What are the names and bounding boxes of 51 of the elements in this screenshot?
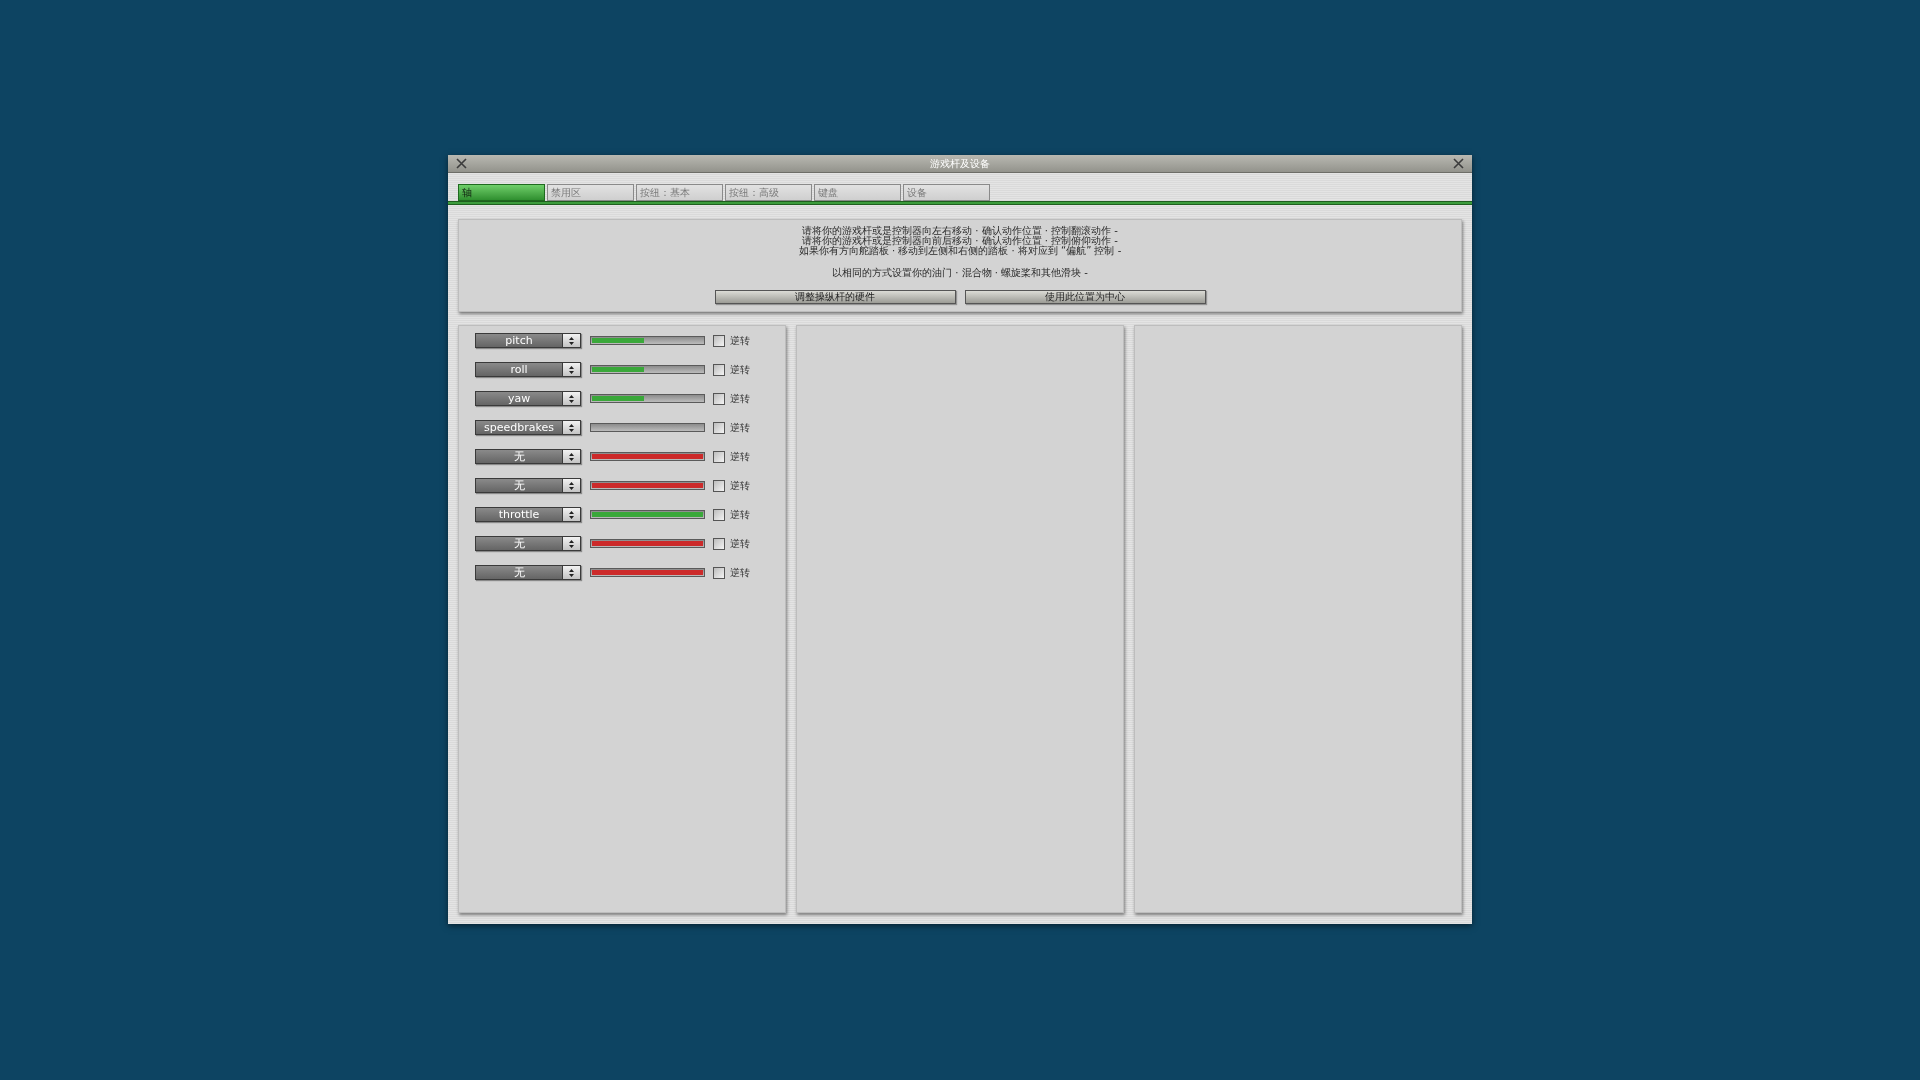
axis-dropdown[interactable]: 无	[475, 478, 581, 493]
tab[interactable]: 键盘	[814, 184, 901, 201]
tab[interactable]: 按纽：高级	[725, 184, 812, 201]
updown-arrows-icon	[569, 423, 574, 432]
updown-arrows-icon	[569, 336, 574, 345]
reverse-label: 逆转	[730, 479, 750, 492]
reverse-checkbox[interactable]	[713, 392, 725, 405]
axis-dropdown[interactable]: 无	[475, 449, 581, 464]
close-icon[interactable]	[1453, 158, 1464, 169]
reverse-checkbox[interactable]	[713, 508, 725, 521]
updown-arrows-icon	[569, 481, 574, 490]
reverse-label: 逆转	[730, 363, 750, 376]
axis-dropdown[interactable]: 无	[475, 536, 581, 551]
axis-dropdown[interactable]: pitch	[475, 333, 581, 348]
reverse-label: 逆转	[730, 392, 750, 405]
updown-arrows-icon	[569, 539, 574, 548]
reverse-checkbox[interactable]	[713, 363, 725, 376]
updown-arrows-icon	[569, 510, 574, 519]
tab[interactable]: 轴	[458, 184, 545, 201]
reverse-checkbox[interactable]	[713, 479, 725, 492]
instruction-text: 请将你的游戏杆或是控制器向左右移动 · 确认动作位置 · 控制翻滚动作 -	[802, 226, 1118, 236]
reverse-checkbox[interactable]	[713, 450, 725, 463]
updown-arrows-icon	[569, 365, 574, 374]
reverse-checkbox[interactable]	[713, 421, 725, 434]
updown-arrows-icon	[569, 394, 574, 403]
reverse-checkbox[interactable]	[713, 334, 725, 347]
reverse-checkbox[interactable]	[713, 566, 725, 579]
updown-arrows-icon	[569, 568, 574, 577]
tab[interactable]: 按纽：基本	[636, 184, 723, 201]
axis-dropdown[interactable]: speedbrakes	[475, 420, 581, 435]
close-icon[interactable]	[456, 158, 467, 169]
instruction-text: 如果你有方向舵踏板 · 移动到左侧和右侧的踏板 · 将对应到 “偏航” 控制 -	[798, 246, 1122, 256]
axis-dropdown[interactable]: throttle	[475, 507, 581, 522]
tab[interactable]: 禁用区	[547, 184, 634, 201]
updown-arrows-icon	[569, 452, 574, 461]
reverse-label: 逆转	[730, 334, 750, 347]
window-title: 游戏杆及设备	[930, 157, 990, 170]
instruction-text: 请将你的游戏杆或是控制器向前后移动 · 确认动作位置 · 控制俯仰动作 -	[802, 236, 1118, 246]
axis-dropdown[interactable]: roll	[475, 362, 581, 377]
axis-dropdown[interactable]: yaw	[475, 391, 581, 406]
reverse-checkbox[interactable]	[713, 537, 725, 550]
reverse-label: 逆转	[730, 566, 750, 579]
reverse-label: 逆转	[730, 421, 750, 434]
instruction-text: 以相同的方式设置你的油门 · 混合物 · 螺旋桨和其他滑块 -	[832, 267, 1088, 279]
tab[interactable]: 设备	[903, 184, 990, 201]
reverse-label: 逆转	[730, 508, 750, 521]
reverse-label: 逆转	[730, 450, 750, 463]
axis-dropdown[interactable]: 无	[475, 565, 581, 580]
action-button[interactable]: 调整操纵杆的硬件	[714, 290, 956, 304]
action-button[interactable]: 使用此位置为中心	[964, 290, 1206, 304]
reverse-label: 逆转	[730, 537, 750, 550]
